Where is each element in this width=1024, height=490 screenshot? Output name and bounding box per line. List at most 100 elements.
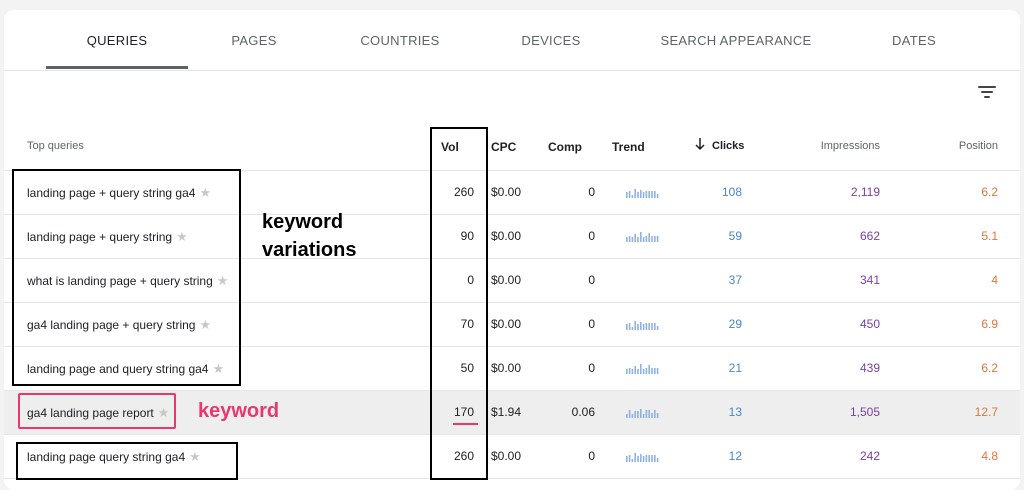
sparkline-bar — [656, 194, 659, 198]
sparkline-bar — [645, 236, 648, 242]
clicks-value: 29 — [728, 317, 742, 331]
sparkline-bar — [645, 191, 648, 198]
query-cell[interactable]: landing page + query string ★ — [27, 229, 188, 245]
performance-card: QUERIES PAGES COUNTRIES DEVICES SEARCH A… — [4, 10, 1020, 490]
sparkline-bar — [626, 324, 628, 330]
vol-value: 50 — [460, 361, 474, 375]
sparkline-bar — [626, 192, 628, 198]
star-icon[interactable]: ★ — [199, 317, 211, 332]
sparkline-bar — [654, 236, 656, 242]
header-comp[interactable]: Comp — [548, 140, 582, 154]
sparkline-bar — [642, 456, 645, 462]
position-value: 12.7 — [974, 405, 998, 419]
table-row[interactable]: landing page query string ga4 ★ 260 $0.00 0 1… — [4, 435, 1020, 479]
sparkline-bar — [640, 232, 642, 242]
header-impressions[interactable]: Impressions — [821, 140, 880, 152]
query-cell[interactable]: ga4 landing page report ★ — [27, 405, 169, 421]
clicks-value: 12 — [728, 449, 742, 463]
sparkline-bar — [654, 455, 656, 462]
tab-devices[interactable]: DEVICES — [521, 33, 580, 48]
query-text[interactable]: landing page and query string ga4 — [27, 362, 208, 376]
star-icon[interactable]: ★ — [217, 273, 229, 288]
header-vol[interactable]: Vol — [441, 140, 459, 154]
query-text[interactable]: landing page + query string ga4 — [27, 186, 195, 200]
sparkline-bar — [631, 327, 634, 330]
query-text[interactable]: landing page query string ga4 — [27, 450, 185, 464]
sparkline-bar — [640, 364, 642, 374]
header-position[interactable]: Position — [959, 140, 998, 152]
sparkline-bar — [656, 413, 659, 418]
query-text[interactable]: what is landing page + query string — [27, 274, 213, 288]
star-icon[interactable]: ★ — [158, 405, 170, 420]
query-text[interactable]: landing page + query string — [27, 230, 172, 244]
comp-value: 0 — [588, 185, 595, 199]
sparkline-bar — [634, 366, 636, 374]
trend-sparkline — [626, 189, 659, 198]
query-cell[interactable]: landing page query string ga4 ★ — [27, 449, 201, 465]
table-row[interactable]: landing page + query string ★ 90 $0.00 0 59 66… — [4, 215, 1020, 259]
active-tab-indicator — [46, 66, 188, 69]
header-trend[interactable]: Trend — [612, 140, 645, 154]
vol-value: 70 — [460, 317, 474, 331]
filter-icon[interactable] — [978, 84, 998, 100]
trend-sparkline — [626, 232, 659, 242]
query-cell[interactable]: landing page and query string ga4 ★ — [27, 361, 224, 377]
sparkline-bar — [634, 411, 636, 418]
sparkline-bar — [631, 369, 634, 374]
tab-bar: QUERIES PAGES COUNTRIES DEVICES SEARCH A… — [4, 10, 1020, 71]
clicks-value: 13 — [728, 405, 742, 419]
vol-value: 90 — [460, 229, 474, 243]
star-icon[interactable]: ★ — [176, 229, 188, 244]
sparkline-bar — [631, 459, 634, 462]
header-top-queries[interactable]: Top queries — [27, 140, 84, 152]
clicks-value: 37 — [728, 273, 742, 287]
sparkline-bar — [642, 369, 645, 374]
query-text[interactable]: ga4 landing page report — [27, 406, 154, 420]
sparkline-bar — [634, 189, 636, 198]
star-icon[interactable]: ★ — [189, 449, 201, 464]
sparkline-bar — [654, 191, 656, 198]
header-cpc[interactable]: CPC — [491, 140, 516, 154]
sparkline-bar — [648, 191, 650, 198]
query-cell[interactable]: landing page + query string ga4 ★ — [27, 185, 211, 201]
header-clicks[interactable]: Clicks — [712, 140, 744, 152]
clicks-value: 21 — [728, 361, 742, 375]
query-cell[interactable]: ga4 landing page + query string ★ — [27, 317, 211, 333]
table-row[interactable]: landing page + query string ga4 ★ 260 $0.00… — [4, 171, 1020, 215]
cpc-value: $0.00 — [491, 449, 522, 463]
table-row[interactable]: landing page and query string ga4 ★ 50 $0.0… — [4, 347, 1020, 391]
tab-countries[interactable]: COUNTRIES — [360, 33, 439, 48]
trend-sparkline — [626, 409, 659, 418]
table-row[interactable]: ga4 landing page report ★ 170 $1.94 0.06 13 1,… — [4, 391, 1020, 435]
tab-pages[interactable]: PAGES — [231, 33, 276, 48]
tab-dates[interactable]: DATES — [892, 33, 936, 48]
vol-value: 260 — [453, 449, 474, 463]
comp-value: 0.06 — [571, 405, 595, 419]
table-row[interactable]: what is landing page + query string ★ 0 $0.… — [4, 259, 1020, 303]
sparkline-bar — [645, 323, 648, 330]
sparkline-bar — [637, 237, 639, 242]
sparkline-bar — [654, 410, 656, 418]
sparkline-bar — [654, 368, 656, 374]
query-text[interactable]: ga4 landing page + query string — [27, 318, 195, 332]
star-icon[interactable]: ★ — [199, 185, 211, 200]
position-value: 6.2 — [981, 185, 998, 199]
position-value: 6.9 — [981, 317, 998, 331]
tab-search-appearance[interactable]: SEARCH APPEARANCE — [660, 33, 811, 48]
tab-queries[interactable]: QUERIES — [87, 33, 148, 48]
table-row[interactable]: ga4 landing page + query string ★ 70 $0.00 0… — [4, 303, 1020, 347]
query-cell[interactable]: what is landing page + query string ★ — [27, 273, 228, 289]
star-icon[interactable]: ★ — [212, 361, 224, 376]
sparkline-bar — [634, 321, 636, 330]
sparkline-bar — [637, 456, 639, 462]
impressions-value: 662 — [859, 229, 880, 243]
vol-value: 0 — [467, 273, 474, 287]
cpc-value: $0.00 — [491, 361, 522, 375]
clicks-value: 108 — [721, 185, 742, 199]
sparkline-bar — [637, 192, 639, 198]
arrow-down-icon[interactable] — [694, 136, 706, 152]
comp-value: 0 — [588, 229, 595, 243]
impressions-value: 439 — [859, 361, 880, 375]
sparkline-bar — [648, 410, 650, 418]
sparkline-bar — [651, 191, 653, 198]
